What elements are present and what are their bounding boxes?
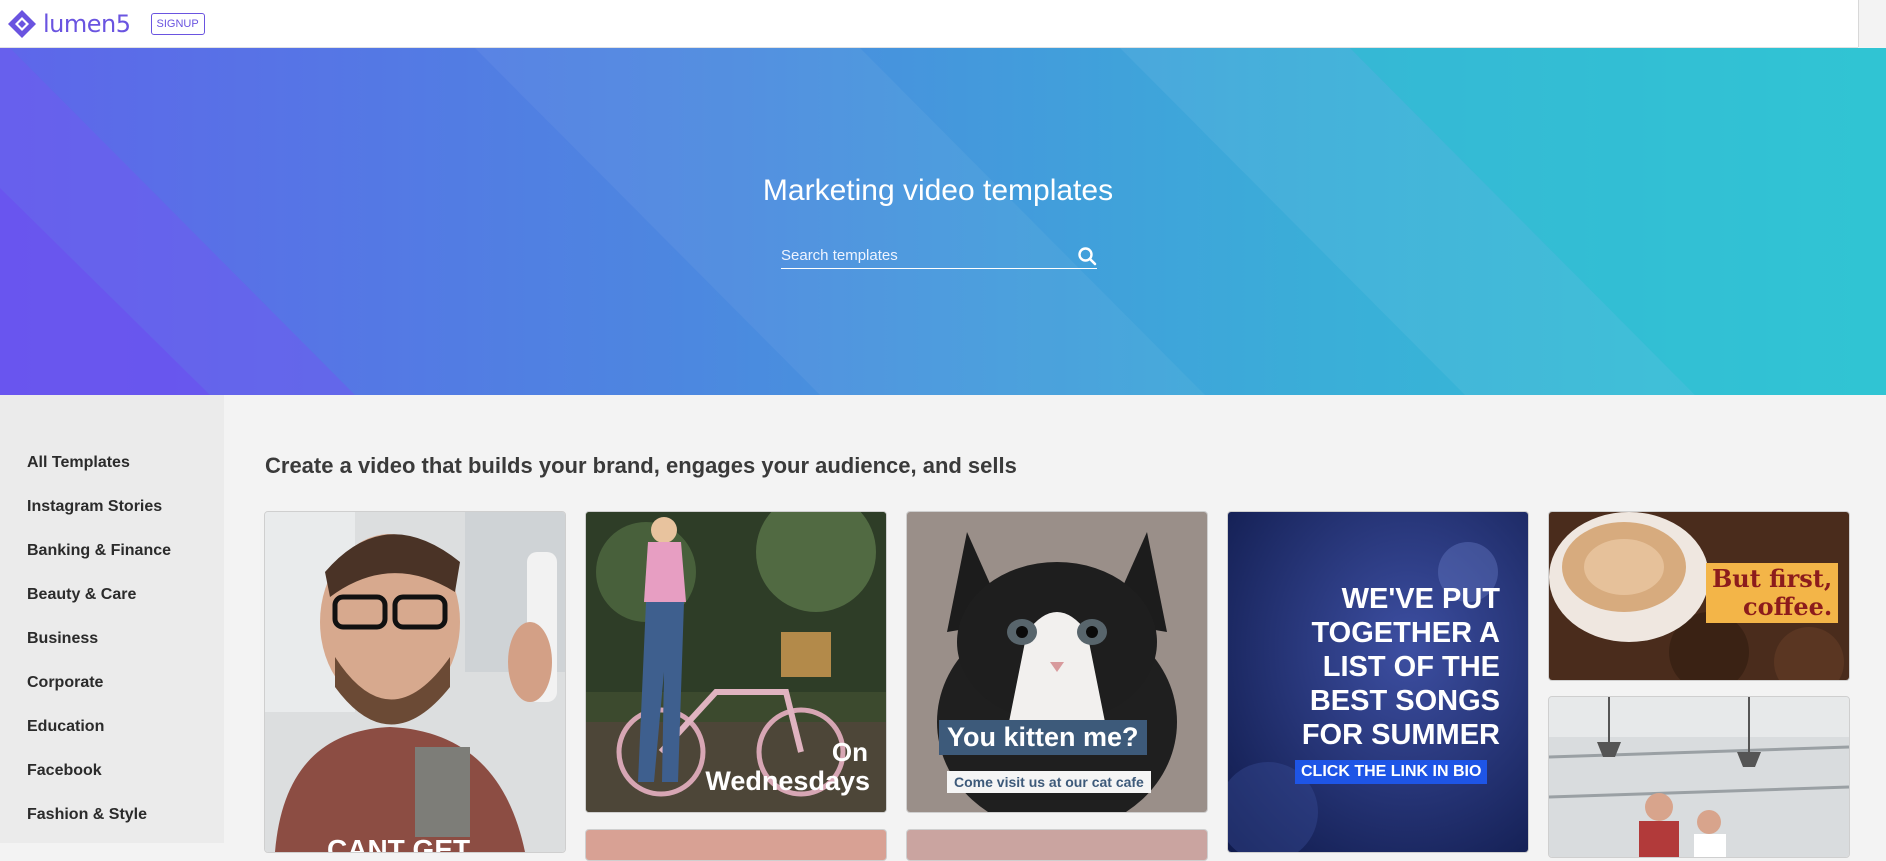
card-songs-cta: CLICK THE LINK IN BIO xyxy=(1295,760,1488,784)
sidebar-item-business[interactable]: Business xyxy=(27,630,98,648)
card-songs-line3: LIST OF THE xyxy=(1322,651,1500,683)
card-coffee-text: But first, coffee. xyxy=(1706,563,1839,623)
scrollbar-edge xyxy=(1858,0,1859,47)
sidebar-item-facebook[interactable]: Facebook xyxy=(27,762,102,780)
template-card-coffee[interactable]: But first, coffee. xyxy=(1548,511,1850,681)
hero-banner: Marketing video templates xyxy=(0,48,1886,395)
card-bike-line1: On xyxy=(831,737,868,767)
template-card-songs[interactable]: WE'VE PUT TOGETHER A LIST OF THE BEST SO… xyxy=(1227,511,1529,853)
sidebar-item-instagram-stories[interactable]: Instagram Stories xyxy=(27,498,162,516)
template-card-selfie[interactable]: CANT GET xyxy=(264,511,566,853)
template-card-kitten[interactable]: You kitten me? Come visit us at our cat … xyxy=(906,511,1208,813)
search-bar xyxy=(781,244,1097,269)
template-card-bike[interactable]: On Wednesdays xyxy=(585,511,887,813)
page-title: Marketing video templates xyxy=(762,174,1114,207)
card-coffee-line2: coffee. xyxy=(1743,592,1833,621)
card-songs-line1: WE'VE PUT xyxy=(1341,583,1500,615)
sidebar-item-banking-finance[interactable]: Banking & Finance xyxy=(27,542,171,560)
card-bike-line2: Wednesdays xyxy=(705,766,870,796)
card-selfie-text: CANT GET xyxy=(327,834,471,853)
logo[interactable]: lumen5 xyxy=(6,8,131,40)
card-songs-line2: TOGETHER A xyxy=(1311,617,1500,649)
template-card-partial-1[interactable] xyxy=(585,829,887,861)
search-input[interactable] xyxy=(781,244,1061,266)
card-coffee-line1: But first, xyxy=(1712,564,1833,593)
template-card-partial-2[interactable] xyxy=(906,829,1208,861)
card-songs-heading: WE'VE PUT TOGETHER A LIST OF THE BEST SO… xyxy=(1302,582,1500,752)
template-card-office[interactable] xyxy=(1548,696,1850,858)
template-thumbnail-selfie xyxy=(265,512,565,852)
lumen5-logo-icon xyxy=(8,9,36,38)
top-bar: lumen5 SIGNUP xyxy=(0,0,1858,48)
section-heading: Create a video that builds your brand, e… xyxy=(265,453,1017,478)
signup-button[interactable]: SIGNUP xyxy=(150,12,205,35)
card-kitten-title: You kitten me? xyxy=(939,720,1147,755)
card-songs-line4: BEST SONGS xyxy=(1309,685,1500,717)
category-sidebar: All Templates Instagram Stories Banking … xyxy=(0,395,224,843)
search-icon[interactable] xyxy=(1077,246,1097,266)
card-songs-line5: FOR SUMMER xyxy=(1301,719,1500,751)
logo-text: lumen5 xyxy=(43,9,131,38)
sidebar-item-corporate[interactable]: Corporate xyxy=(27,674,103,692)
template-thumbnail-kitten xyxy=(907,512,1207,812)
template-thumbnail-office xyxy=(1549,697,1849,857)
sidebar-item-beauty-care[interactable]: Beauty & Care xyxy=(27,586,136,604)
sidebar-item-education[interactable]: Education xyxy=(27,718,104,736)
hero-diagonal-stripes xyxy=(0,48,1886,395)
sidebar-item-all-templates[interactable]: All Templates xyxy=(27,454,130,472)
sidebar-item-fashion-style[interactable]: Fashion & Style xyxy=(27,806,147,824)
card-kitten-sub: Come visit us at our cat cafe xyxy=(947,771,1151,793)
